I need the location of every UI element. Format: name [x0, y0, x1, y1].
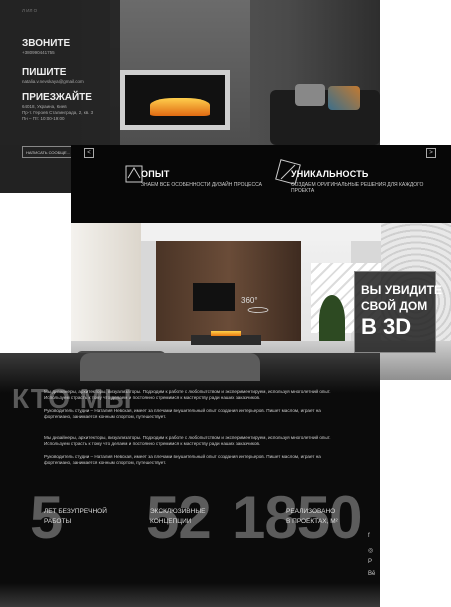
about-paragraph: Мы дизайнеры, архитекторы, визуализаторы…: [44, 389, 331, 400]
call-title: ЗВОНИТЕ: [22, 38, 71, 49]
facebook-icon[interactable]: f: [368, 533, 370, 539]
stat-label: ЭКСКЛЮЗИВНЫЕ КОНЦЕПЦИИ: [150, 508, 206, 525]
next-arrow[interactable]: >: [426, 148, 436, 158]
feature-sub-uniqueness: СОЗДАЕМ ОРИГИНАЛЬНЫЕ РЕШЕНИЯ ДЛЯ КАЖДОГО…: [291, 182, 424, 194]
behance-icon[interactable]: Bē: [368, 571, 375, 577]
visit-hours: Пн – Пт: 10:00-19:00: [22, 116, 65, 121]
feature-sub-experience: ЗНАЕМ ВСЕ ОСОБЕННОСТИ ДИЗАЙН ПРОЦЕССА: [141, 182, 262, 188]
feature-title-uniqueness: УНИКАЛЬНОСТЬ: [291, 169, 369, 179]
sofa-silhouette: [80, 353, 260, 381]
sofa: [270, 90, 380, 145]
fire: [150, 98, 210, 116]
visit-title: ПРИЕЗЖАЙТЕ: [22, 92, 92, 103]
promo-line-2: СВОЙ ДОМ: [361, 299, 428, 313]
prev-arrow[interactable]: <: [84, 148, 94, 158]
about-paragraph: Мы дизайнеры, архитекторы, визуализаторы…: [44, 435, 331, 446]
visit-address-1: 64018, Украина, Киев: [22, 104, 67, 109]
pillow: [295, 84, 325, 106]
stat-label: РЕАЛИЗОВАНО В ПРОЕКТАХ, М²: [286, 508, 338, 525]
pillow: [328, 86, 360, 110]
pinterest-icon[interactable]: P: [368, 559, 372, 565]
promo-line-1: ВЫ УВИДИТЕ: [361, 283, 443, 297]
visit-address-2: Пр-т. Героев Сталинграда, 2, кв. 3: [22, 110, 94, 115]
feature-title-experience: ОПЫТ: [141, 169, 170, 179]
about-paragraph: Руководитель студии – Наталия Невская, и…: [44, 408, 321, 419]
about-panel: КТО МЫ Мы дизайнеры, архитекторы, визуал…: [0, 353, 380, 607]
features-panel: < > ОПЫТ ЗНАЕМ ВСЕ ОСОБЕННОСТИ ДИЗАЙН ПР…: [71, 145, 451, 380]
send-message-button[interactable]: НАПИСАТЬ СООБЩЕ...: [22, 146, 74, 158]
top-label: Л ИЛ О: [22, 8, 38, 13]
write-email[interactable]: natalia.v.nevskaya@gmail.com: [22, 79, 84, 84]
call-phone[interactable]: +380990441755: [22, 50, 55, 55]
badge-360: 360°: [241, 296, 258, 305]
write-title: ПИШИТЕ: [22, 67, 67, 78]
promo-line-3: В 3D: [361, 314, 412, 339]
rotate-360-icon: [247, 307, 269, 313]
about-paragraph: Руководитель студии – Наталия Невская, и…: [44, 454, 321, 465]
stat-label: ЛЕТ БЕЗУПРЕЧНОЙ РАБОТЫ: [44, 508, 107, 525]
instagram-icon[interactable]: ◎: [368, 547, 373, 554]
